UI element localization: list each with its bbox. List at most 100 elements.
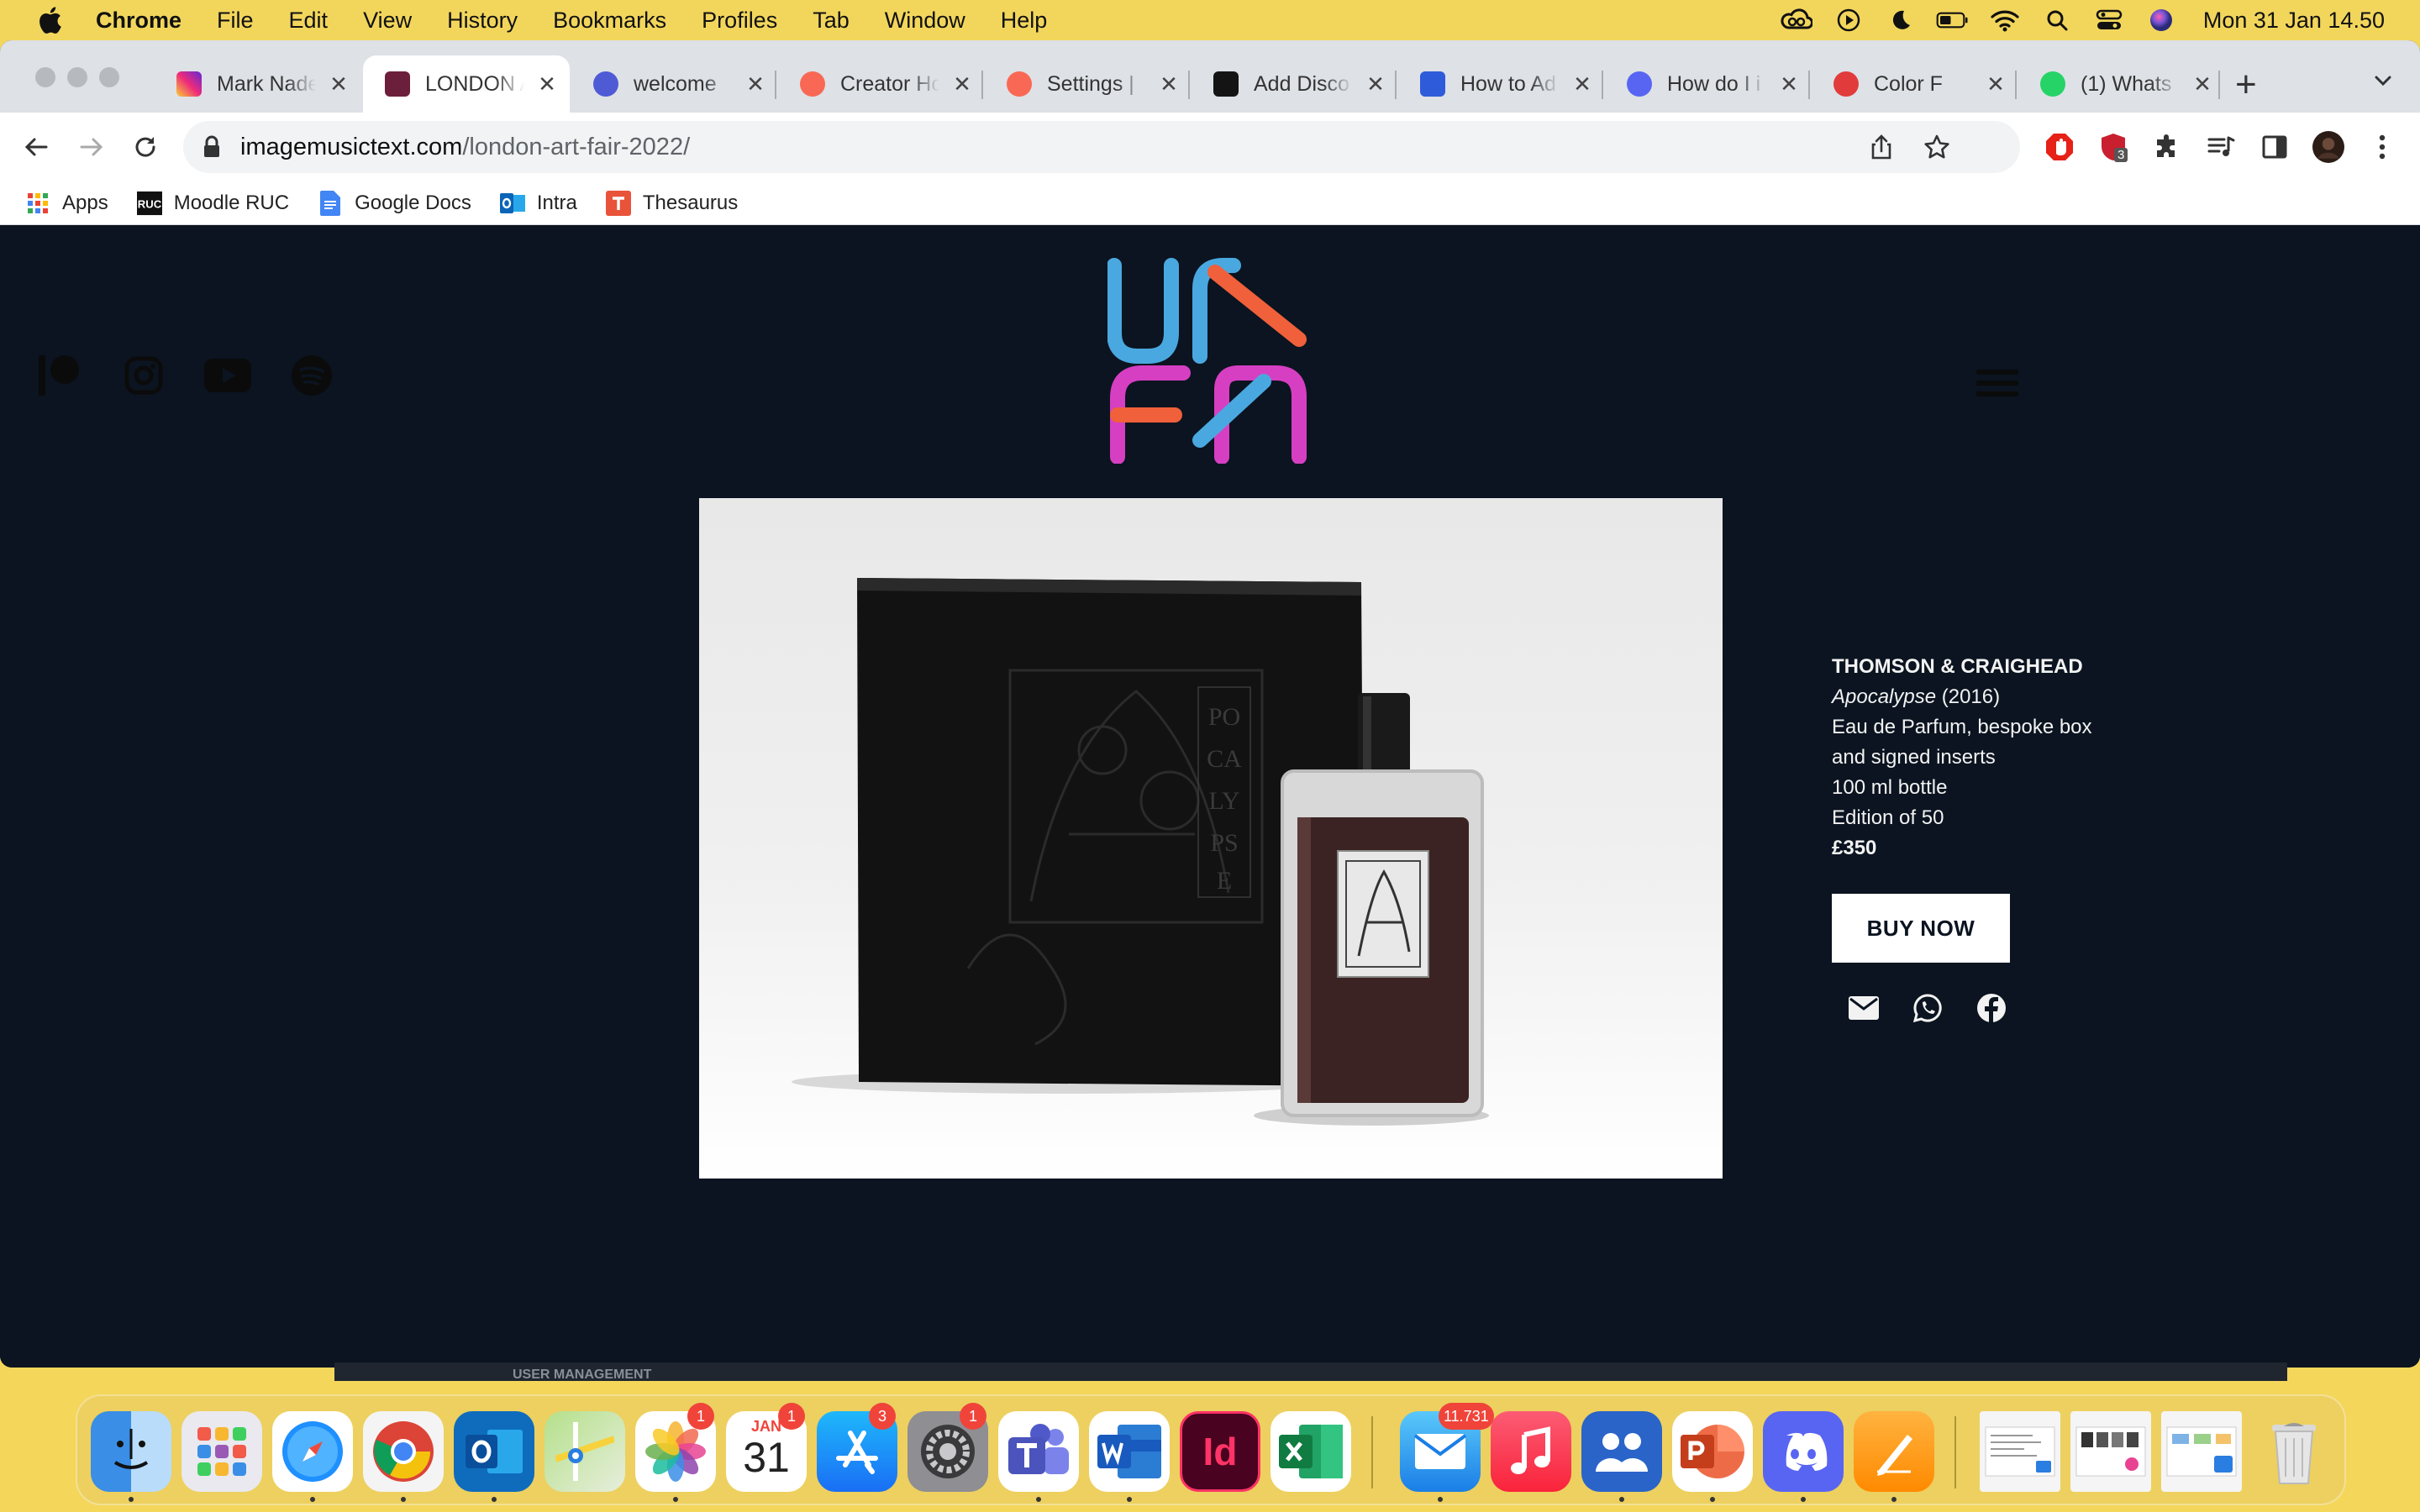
share-links — [1847, 991, 2039, 1025]
facebook-share-icon[interactable] — [1975, 991, 2008, 1025]
adblock-extension-icon[interactable] — [2044, 131, 2075, 163]
chrome-menu-kebab-icon[interactable] — [2366, 131, 2398, 163]
bookmark-star-icon[interactable] — [1923, 133, 1951, 161]
profile-avatar[interactable] — [2312, 131, 2344, 163]
youtube-icon[interactable] — [203, 351, 252, 400]
bookmark-thesaurus[interactable]: Thesaurus — [605, 190, 739, 216]
outlook-app-icon[interactable] — [454, 1411, 534, 1492]
menu-tab[interactable]: Tab — [813, 8, 850, 34]
media-control-icon[interactable] — [2205, 131, 2237, 163]
safari-icon[interactable] — [272, 1411, 353, 1492]
launchpad-icon[interactable] — [182, 1411, 262, 1492]
menu-history[interactable]: History — [447, 8, 518, 34]
buy-now-button[interactable]: BUY NOW — [1832, 894, 2010, 963]
menu-view[interactable]: View — [363, 8, 412, 34]
address-bar[interactable]: imagemusictext.com/london-art-fair-2022/ — [183, 121, 2020, 173]
window-close-button[interactable] — [35, 67, 55, 87]
tab-welcome[interactable]: welcome ✕ — [571, 55, 776, 113]
spotlight-search-icon[interactable] — [2040, 3, 2074, 37]
document-stack-2-icon[interactable] — [2070, 1411, 2151, 1492]
new-tab-button[interactable]: + — [2235, 64, 2257, 106]
social-links — [35, 351, 371, 400]
teams-icon[interactable] — [998, 1411, 1079, 1492]
pages-icon[interactable] — [1854, 1411, 1934, 1492]
tab-close-icon[interactable]: ✕ — [536, 71, 558, 97]
moon-icon[interactable] — [1884, 3, 1918, 37]
extensions-puzzle-icon[interactable] — [2151, 131, 2183, 163]
spotify-icon[interactable] — [287, 351, 336, 400]
tab-label: How to Ad — [1460, 71, 1556, 96]
bookmark-google-docs[interactable]: Google Docs — [318, 190, 471, 216]
mail-badge: 11.731 — [1439, 1403, 1494, 1430]
side-panel-icon[interactable] — [2259, 131, 2291, 163]
indesign-icon[interactable]: Id — [1180, 1411, 1260, 1492]
forward-arrow-icon[interactable] — [74, 129, 109, 165]
tab-mark-nade[interactable]: Mark Nade ✕ — [155, 55, 361, 113]
wifi-icon[interactable] — [1988, 3, 2022, 37]
tab-whatsapp[interactable]: (1) Whats ✕ — [2018, 55, 2220, 113]
tab-close-icon[interactable]: ✕ — [1985, 71, 2007, 97]
tab-search-chevron-icon[interactable] — [2371, 69, 2395, 92]
menu-help[interactable]: Help — [1001, 8, 1048, 34]
tab-how-do-i[interactable]: How do I i ✕ — [1605, 55, 1810, 113]
bookmark-intra[interactable]: Intra — [499, 191, 577, 216]
tab-london-art-fair[interactable]: LONDON A ✕ — [363, 55, 570, 113]
tab-settings[interactable]: Settings | ✕ — [985, 55, 1190, 113]
tab-how-to-add[interactable]: How to Ad ✕ — [1398, 55, 1603, 113]
tab-close-icon[interactable]: ✕ — [328, 71, 350, 97]
back-arrow-icon[interactable] — [18, 129, 54, 165]
siri-icon[interactable] — [2144, 3, 2178, 37]
document-stack-3-icon[interactable] — [2161, 1411, 2242, 1492]
tab-close-icon[interactable]: ✕ — [1778, 71, 1800, 97]
whatsapp-share-icon[interactable] — [1911, 991, 1944, 1025]
tab-color-picker[interactable]: Color F ✕ — [1812, 55, 2017, 113]
app-store-badge: 3 — [869, 1403, 896, 1430]
play-circle-icon[interactable] — [1832, 3, 1865, 37]
control-center-icon[interactable] — [2092, 3, 2126, 37]
menu-app-name[interactable]: Chrome — [96, 8, 182, 34]
trash-icon[interactable] — [2254, 1411, 2334, 1492]
lock-icon[interactable] — [202, 134, 222, 160]
document-stack-1-icon[interactable] — [1980, 1411, 2060, 1492]
battery-icon[interactable] — [1936, 3, 1970, 37]
menu-bookmarks[interactable]: Bookmarks — [553, 8, 666, 34]
menu-edit[interactable]: Edit — [289, 8, 329, 34]
discord-favicon-icon — [1627, 71, 1652, 97]
tab-close-icon[interactable]: ✕ — [744, 71, 766, 97]
share-icon[interactable] — [1867, 133, 1896, 161]
finder-icon[interactable] — [91, 1411, 171, 1492]
excel-icon[interactable] — [1270, 1411, 1351, 1492]
patreon-icon[interactable] — [35, 351, 84, 400]
hamburger-menu-icon[interactable] — [1976, 370, 2018, 400]
tab-add-discord[interactable]: Add Disco ✕ — [1192, 55, 1397, 113]
instagram-icon[interactable] — [119, 351, 168, 400]
email-share-icon[interactable] — [1847, 991, 1881, 1025]
menu-file[interactable]: File — [217, 8, 254, 34]
reload-icon[interactable] — [128, 129, 163, 165]
menu-window[interactable]: Window — [885, 8, 965, 34]
music-icon[interactable] — [1491, 1411, 1571, 1492]
menubar-clock[interactable]: Mon 31 Jan 14.50 — [2203, 8, 2385, 34]
tab-close-icon[interactable]: ✕ — [1158, 71, 1180, 97]
creative-cloud-icon[interactable] — [1780, 3, 1813, 37]
bookmark-apps[interactable]: Apps — [25, 191, 108, 216]
maps-icon[interactable] — [544, 1411, 625, 1492]
chrome-icon[interactable] — [363, 1411, 444, 1492]
powerpoint-icon[interactable] — [1672, 1411, 1753, 1492]
window-minimize-button[interactable] — [67, 67, 87, 87]
bookmark-label: Thesaurus — [642, 191, 739, 214]
tab-close-icon[interactable]: ✕ — [1365, 71, 1386, 97]
window-zoom-button[interactable] — [99, 67, 119, 87]
menu-profiles[interactable]: Profiles — [702, 8, 777, 34]
tab-close-icon[interactable]: ✕ — [951, 71, 973, 97]
site-logo[interactable] — [1107, 255, 1313, 465]
tab-close-icon[interactable]: ✕ — [1571, 71, 1593, 97]
tab-close-icon[interactable]: ✕ — [2191, 71, 2213, 97]
discord-icon[interactable] — [1763, 1411, 1844, 1492]
ublock-extension-icon[interactable]: 3 — [2097, 131, 2129, 163]
word-icon[interactable] — [1089, 1411, 1170, 1492]
tab-creator-hub[interactable]: Creator Ho ✕ — [778, 55, 983, 113]
apple-menu-icon[interactable] — [35, 6, 64, 34]
people-app-icon[interactable] — [1581, 1411, 1662, 1492]
bookmark-moodle-ruc[interactable]: RUC Moodle RUC — [136, 191, 289, 216]
